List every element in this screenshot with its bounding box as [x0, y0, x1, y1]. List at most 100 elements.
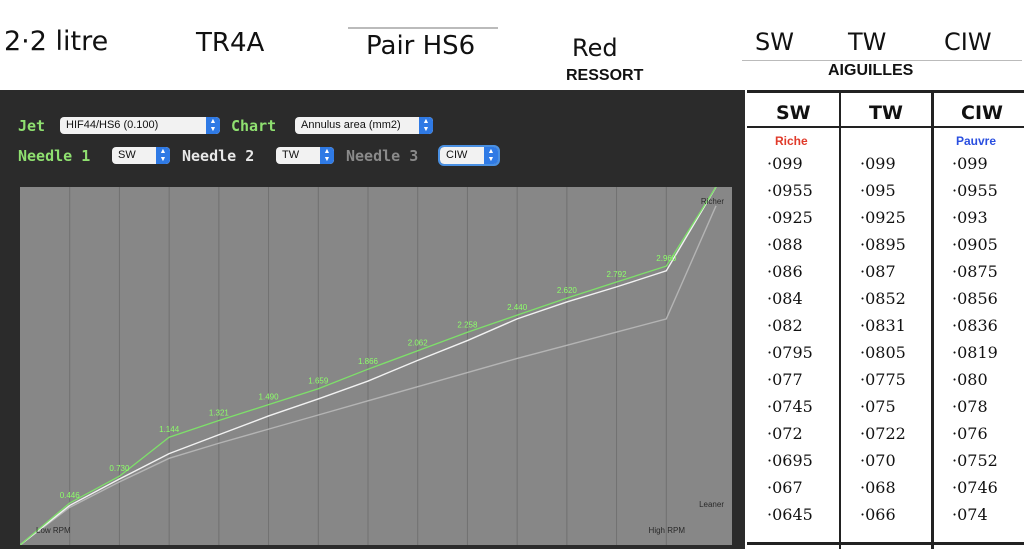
table-cell: ·099 [952, 154, 988, 173]
table-cell: ·082 [767, 316, 803, 335]
table-cell: ·099 [767, 154, 803, 173]
table-cell: ·0752 [952, 451, 998, 470]
needle3-label: Needle 3 [346, 147, 419, 165]
needle-chart-table: SW Riche ·099 ·0955 ·0925 ·088 ·086 ·084 ·082 ·07… [747, 90, 1024, 549]
needle-area-chart: 0.446 0.730 1.144 1.321 1.490 1.659 1.866 2.062… [20, 187, 732, 545]
table-cell: ·0852 [860, 289, 906, 308]
needle3-select-value: CIW [446, 149, 468, 161]
spring-label: RESSORT [566, 67, 644, 84]
table-cell: ·0775 [860, 370, 906, 389]
table-cell: ·0925 [767, 208, 813, 227]
table-rule [747, 90, 1024, 93]
table-cell: ·095 [860, 181, 896, 200]
table-cell: ·093 [952, 208, 988, 227]
table-cell: ·0695 [767, 451, 813, 470]
data-label: 2.960 [656, 254, 677, 263]
table-cell: ·087 [860, 262, 896, 281]
table-cell: ·067 [767, 478, 803, 497]
table-cell: ·0645 [767, 505, 813, 524]
table-cell: ·076 [952, 424, 988, 443]
divider [348, 27, 498, 29]
carburettors: Pair HS6 [366, 31, 476, 61]
engine-size: 2·2 litre [4, 26, 109, 57]
needle2-select-value: TW [282, 149, 300, 161]
data-label: 2.440 [507, 303, 528, 312]
needle-name-sw: SW [755, 28, 794, 56]
table-cell: ·0925 [860, 208, 906, 227]
needle1-label: Needle 1 [18, 147, 91, 165]
chevron-updown-icon: ▲ ▼ [156, 147, 170, 164]
table-cell: ·099 [860, 154, 896, 173]
jet-select-value: HIF44/HS6 (0.100) [66, 119, 159, 131]
data-label: 1.144 [159, 425, 180, 434]
needles-label: AIGUILLES [828, 62, 914, 79]
table-cell: ·0836 [952, 316, 998, 335]
table-cell: ·0955 [952, 181, 998, 200]
data-label: 2.258 [457, 320, 478, 329]
column-header: CIW [961, 102, 1003, 124]
table-cell: ·0819 [952, 343, 998, 362]
table-cell: ·066 [860, 505, 896, 524]
needle2-label: Needle 2 [182, 147, 255, 165]
table-rule [747, 126, 1024, 128]
table-cell: ·0875 [952, 262, 998, 281]
data-label: 1.321 [209, 409, 230, 418]
spring-color: Red [572, 34, 618, 62]
rich-tag: Riche [775, 134, 808, 148]
poor-tag: Pauvre [956, 134, 997, 148]
table-cell: ·077 [767, 370, 803, 389]
chevron-updown-icon: ▲ ▼ [206, 117, 220, 134]
data-label: 2.620 [557, 286, 578, 295]
table-cell: ·068 [860, 478, 896, 497]
jet-select[interactable]: HIF44/HS6 (0.100) ▲ ▼ [60, 117, 220, 134]
table-cell: ·075 [860, 397, 896, 416]
table-rule [931, 90, 934, 549]
chart-select[interactable]: Annulus area (mm2) ▲ ▼ [295, 117, 433, 134]
chevron-updown-icon: ▲ ▼ [419, 117, 433, 134]
table-cell: ·0955 [767, 181, 813, 200]
table-cell: ·078 [952, 397, 988, 416]
chevron-updown-icon: ▲ ▼ [484, 147, 498, 164]
needle-name-tw: TW [848, 28, 887, 56]
table-cell: ·084 [767, 289, 803, 308]
table-rule [747, 542, 1024, 545]
high-rpm-label: High RPM [649, 526, 686, 535]
table-cell: ·0831 [860, 316, 906, 335]
column-header: TW [869, 102, 903, 124]
data-label: 0.730 [109, 464, 130, 473]
data-label: 2.062 [408, 339, 429, 348]
chevron-updown-icon: ▲ ▼ [320, 147, 334, 164]
table-cell: ·072 [767, 424, 803, 443]
chart-label: Chart [231, 117, 277, 135]
table-cell: ·0905 [952, 235, 998, 254]
table-cell: ·074 [952, 505, 988, 524]
needle3-select[interactable]: CIW ▲ ▼ [438, 145, 500, 166]
table-rule [839, 90, 841, 549]
car-model: TR4A [196, 28, 265, 58]
data-label: 1.866 [358, 357, 379, 366]
data-label: 1.659 [308, 377, 329, 386]
low-rpm-label: Low RPM [36, 526, 71, 535]
chart-select-value: Annulus area (mm2) [301, 119, 401, 131]
table-cell: ·0805 [860, 343, 906, 362]
divider [742, 60, 1022, 61]
table-cell: ·0895 [860, 235, 906, 254]
table-cell: ·0745 [767, 397, 813, 416]
richer-label: Richer [701, 197, 724, 206]
needle2-select[interactable]: TW ▲ ▼ [276, 147, 334, 164]
table-cell: ·0795 [767, 343, 813, 362]
table-cell: ·088 [767, 235, 803, 254]
leaner-label: Leaner [699, 500, 724, 509]
needle1-select[interactable]: SW ▲ ▼ [112, 147, 170, 164]
needle-name-ciw: CIW [944, 28, 992, 56]
data-label: 1.490 [259, 393, 280, 402]
table-cell: ·086 [767, 262, 803, 281]
table-cell: ·080 [952, 370, 988, 389]
data-label: 0.446 [60, 491, 81, 500]
table-cell: ·0856 [952, 289, 998, 308]
table-cell: ·070 [860, 451, 896, 470]
jet-label: Jet [18, 117, 46, 135]
column-header: SW [776, 102, 811, 124]
table-cell: ·0746 [952, 478, 998, 497]
needle1-select-value: SW [118, 149, 136, 161]
